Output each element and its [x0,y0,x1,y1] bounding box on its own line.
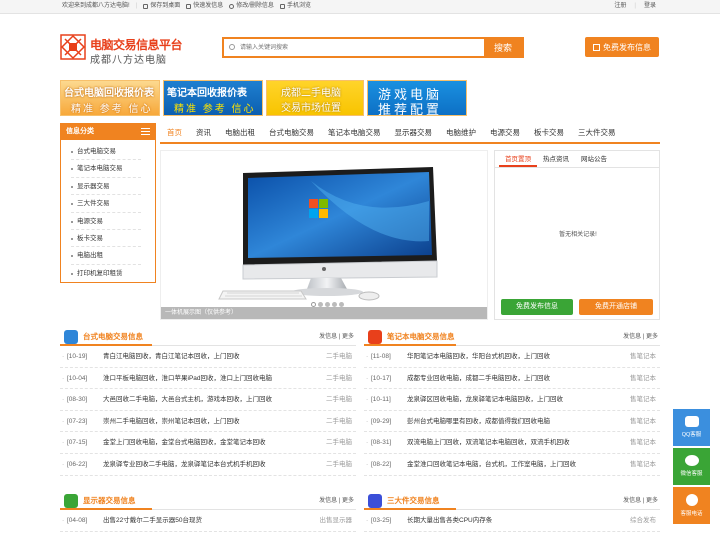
nav-monitor[interactable]: 显示器交易 [388,124,440,142]
list-item[interactable]: [08-31]双流电脑上门回收，双流笔记本电脑回收，双流手机回收售笔记本 [364,432,660,454]
category-item[interactable]: 打印机复印租赁 [71,265,141,282]
monitor-icon [64,330,78,344]
list-item[interactable]: [06-22]龙泉驿专业回收二手电脑，龙泉驿笔记本台式机手机回收二手电脑 [60,454,356,476]
nav-boards[interactable]: 板卡交易 [527,124,571,142]
panel-more-link[interactable]: 发信息 | 更多 [623,492,658,510]
desktop-icon [143,4,149,9]
gear-icon [229,4,235,9]
lightning-icon [186,4,192,9]
banner-strip: 台式电脑回收报价表 精准 参考 信心 笔记本回收报价表 精准 参考 信心 成都二… [60,80,467,116]
panel-laptop: 笔记本电脑交易信息 发信息 | 更多 [11-08]华阳笔记本电脑回收，华阳台式… [364,328,660,476]
list-item[interactable]: [10-04]淮口平板电脑回收，淮口苹果iPad回收，淮口上门回收电脑二手电脑 [60,368,356,390]
nav-home[interactable]: 首页 [160,124,189,142]
list-item[interactable]: [11-08]华阳笔记本电脑回收，华阳台式机回收，上门回收售笔记本 [364,346,660,368]
login-link[interactable]: 登录 [644,0,656,13]
tab-hot[interactable]: 热点资讯 [537,151,575,167]
display-icon [64,494,78,508]
list-item[interactable]: [07-23]崇州二手电脑回收，崇州笔记本回收，上门回收二手电脑 [60,411,356,433]
list-item[interactable]: [10-11]龙泉驿区回收电脑，龙泉驿笔记本电脑回收，上门回收售笔记本 [364,389,660,411]
wechat-service-button[interactable]: 微信客服 [673,448,710,485]
search-input[interactable] [226,40,484,55]
panel-monitor: 显示器交易信息 发信息 | 更多 [04-08]出售22寸戴尔二手显示器50台现… [60,492,356,532]
category-sidebar: 信息分类 台式电脑交易 笔记本电脑交易 显示器交易 三大件交易 电源交易 板卡交… [60,123,156,283]
nav-desktop[interactable]: 台式电脑交易 [262,124,321,142]
register-link[interactable]: 注册 [614,0,626,13]
save-desktop-link[interactable]: 保存到桌面 [143,0,180,13]
nav-parts[interactable]: 三大件交易 [571,124,623,142]
nav-rental[interactable]: 电脑出租 [218,124,262,142]
banner-laptop-price[interactable]: 笔记本回收报价表 精准 参考 信心 [163,80,263,116]
empty-message: 暂无相关记录! [559,232,597,238]
nav-laptop[interactable]: 笔记本电脑交易 [321,124,388,142]
list-item[interactable]: [08-30]大邑回收二手电脑，大邑台式主机，游戏本回收，上门回收二手电脑 [60,389,356,411]
wechat-icon [684,455,699,466]
category-item[interactable]: 显示器交易 [71,178,141,196]
phone-icon [685,494,698,506]
image-slider[interactable]: 一体机展示图（仅供参考） [160,150,488,320]
search-box: 搜索 [222,37,524,58]
banner-market-location[interactable]: 成都二手电脑 交易市场位置 [266,80,364,116]
banner-desktop-price[interactable]: 台式电脑回收报价表 精准 参考 信心 [60,80,160,116]
logo-subtitle: 成都八方达电脑 [90,55,167,66]
list-item[interactable]: [09-29]彭州台式电脑哪里有回收，成都值得我们回收电脑售笔记本 [364,411,660,433]
list-item[interactable]: [08-22]金堂淮口回收笔记本电脑，台式机，工作室电脑，上门回收售笔记本 [364,454,660,476]
slider-caption: 一体机展示图（仅供参考） [161,307,487,319]
panel-desktop: 台式电脑交易信息 发信息 | 更多 [10-19]青白江电脑回收，青白江笔记本回… [60,328,356,476]
chat-bubble-icon [684,416,699,427]
category-item[interactable]: 笔记本电脑交易 [71,160,141,178]
tab-notice[interactable]: 网站公告 [575,151,613,167]
grid-icon [279,4,285,9]
edit-icon [593,43,600,51]
category-item[interactable]: 板卡交易 [71,230,141,248]
top-bar: 欢迎来到成都八方达电脑! | 保存到桌面 快速发信息 修改/删除信息 手机浏览 … [0,0,720,14]
nav-power[interactable]: 电源交易 [483,124,527,142]
category-item[interactable]: 三大件交易 [71,195,141,213]
list-item[interactable]: [04-08]出售22寸戴尔二手显示器50台现货出售显示器 [60,510,356,532]
qq-service-button[interactable]: QQ客服 [673,409,710,446]
open-shop-button[interactable]: 免费开通店铺 [579,299,653,315]
all-in-one-pc-image [218,167,438,301]
panel-more-link[interactable]: 发信息 | 更多 [319,492,354,510]
free-publish-button[interactable]: 免费发布信息 [501,299,573,315]
category-item[interactable]: 台式电脑交易 [71,143,141,161]
list-item[interactable]: [03-25]长期大量出售各类CPU内存条综合发布 [364,510,660,532]
search-button[interactable]: 搜索 [484,39,522,56]
laptop-icon [368,330,382,344]
banner-gaming-pc[interactable]: 游戏电脑 推荐配置 [367,80,467,116]
logo-mark-icon [60,34,86,60]
main-nav: 首页 资讯 电脑出租 台式电脑交易 笔记本电脑交易 显示器交易 电脑维护 电源交… [160,124,660,144]
news-box: 首页置顶 热点资讯 网站公告 暂无相关记录! 免费发布信息 免费开通店铺 [494,150,660,320]
menu-icon [141,128,150,135]
tab-pinned[interactable]: 首页置顶 [499,151,537,167]
site-logo[interactable]: 电脑交易信息平台 成都八方达电脑 [60,34,183,66]
panel-parts: 三大件交易信息 发信息 | 更多 [03-25]长期大量出售各类CPU内存条综合… [364,492,660,532]
list-item[interactable]: [10-19]青白江电脑回收，青白江笔记本回收，上门回收二手电脑 [60,346,356,368]
list-item[interactable]: [10-17]成都专业回收电脑，成都二手电脑回收，上门回收售笔记本 [364,368,660,390]
welcome-text: 欢迎来到成都八方达电脑! [62,3,130,9]
list-item[interactable]: [07-15]金堂上门回收电脑，金堂台式电脑回收，金堂笔记本回收二手电脑 [60,432,356,454]
quick-post-link[interactable]: 快速发信息 [186,0,223,13]
panel-more-link[interactable]: 发信息 | 更多 [623,328,658,346]
edit-delete-link[interactable]: 修改/删除信息 [229,0,274,13]
category-item[interactable]: 电脑出租 [71,247,141,265]
chip-icon [368,494,382,508]
publish-info-button[interactable]: 免费发布信息 [585,37,659,57]
mobile-browse-link[interactable]: 手机浏览 [279,0,311,13]
nav-news[interactable]: 资讯 [189,124,218,142]
nav-maintenance[interactable]: 电脑维护 [439,124,483,142]
category-header: 信息分类 [61,124,155,140]
phone-service-button[interactable]: 客服电话 [673,487,710,524]
category-item[interactable]: 电源交易 [71,213,141,230]
panel-more-link[interactable]: 发信息 | 更多 [319,328,354,346]
